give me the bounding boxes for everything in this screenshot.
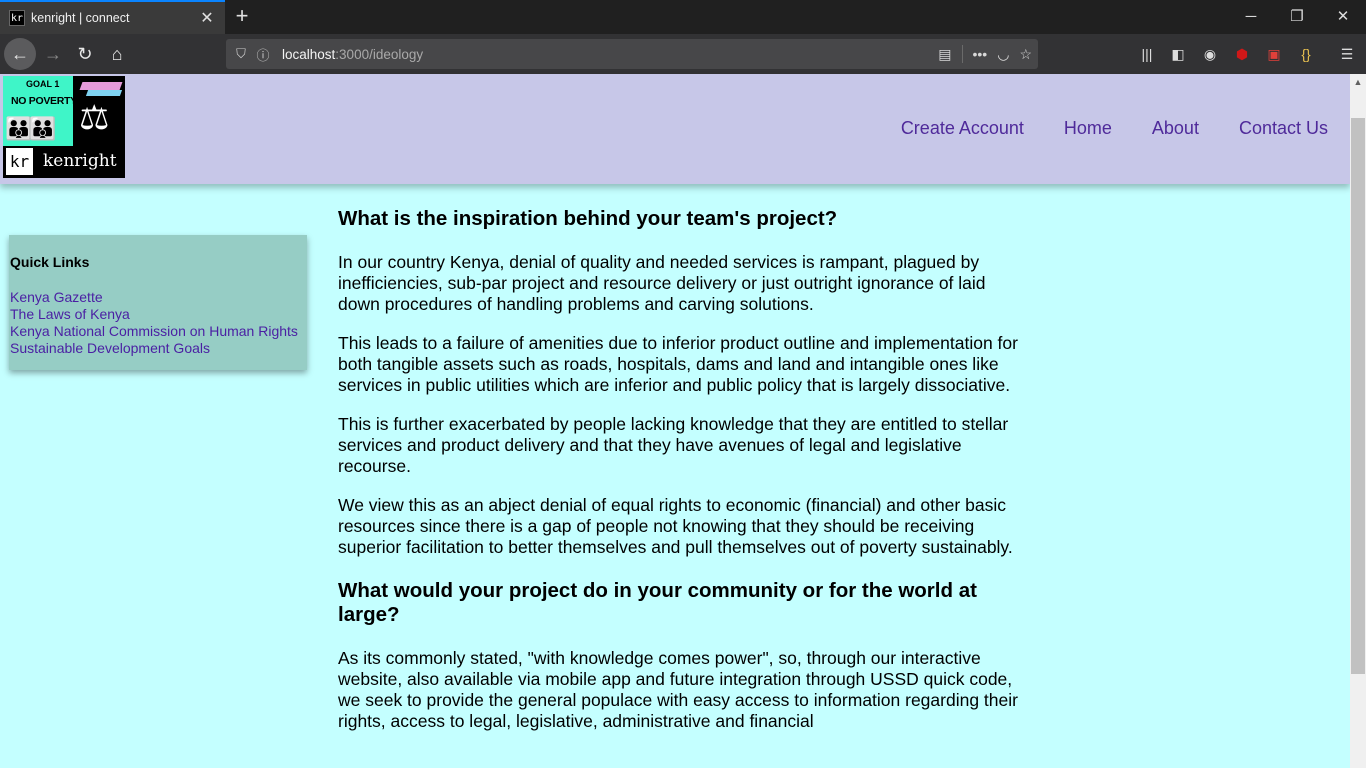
logo-caption: NO POVERTY: [11, 95, 77, 107]
reload-button[interactable]: ↻: [69, 38, 101, 70]
nav-create-account[interactable]: Create Account: [901, 118, 1024, 139]
url-path: :3000/ideology: [335, 46, 424, 62]
article-content: What is the inspiration behind your team…: [338, 207, 1028, 732]
main-navigation: Create Account Home About Contact Us: [901, 118, 1328, 139]
logo-kr-mark: kr: [6, 148, 33, 175]
nav-home[interactable]: Home: [1064, 118, 1112, 139]
section-heading: What is the inspiration behind your team…: [338, 207, 838, 230]
quick-links-title: Quick Links: [10, 254, 90, 270]
tab-title: kenright | connect: [31, 11, 130, 25]
new-tab-button[interactable]: +: [231, 4, 253, 28]
quick-link-kenya-gazette[interactable]: Kenya Gazette: [10, 289, 307, 306]
article-paragraph: This is further exacerbated by people la…: [338, 414, 1009, 476]
family-icon: 👪👪: [5, 116, 57, 141]
json-viewer-icon[interactable]: {}: [1295, 44, 1317, 64]
quick-link-knchr[interactable]: Kenya National Commission on Human Right…: [10, 323, 307, 340]
url-host: localhost: [282, 46, 336, 62]
browser-toolbar: ← → ↻ ⌂ ⛉ ⓘ localhost:3000/ideology ▤ ••…: [0, 34, 1366, 74]
logo-brush-stroke: [79, 82, 123, 90]
bookmark-star-icon[interactable]: ☆: [1019, 46, 1032, 63]
page-scrollbar[interactable]: ▲: [1350, 74, 1366, 768]
nav-contact-us[interactable]: Contact Us: [1239, 118, 1328, 139]
reader-view-icon[interactable]: ▤: [938, 46, 951, 63]
ublock-icon[interactable]: ⬢: [1231, 44, 1253, 64]
logo-brush-stroke: [85, 90, 123, 96]
pocket-icon[interactable]: ◡: [997, 46, 1009, 63]
logo-name: kenright: [43, 151, 117, 171]
account-icon[interactable]: ◉: [1199, 44, 1221, 64]
sidebar-icon[interactable]: ◧: [1167, 44, 1189, 64]
browser-tab[interactable]: kr kenright | connect ✕: [0, 0, 225, 34]
article-paragraph: As its commonly stated, "with knowledge …: [338, 648, 1018, 731]
article-paragraph: This leads to a failure of amenities due…: [338, 333, 1018, 395]
url-separator: [961, 45, 963, 63]
quick-link-laws-of-kenya[interactable]: The Laws of Kenya: [10, 306, 307, 323]
quick-link-sdgs[interactable]: Sustainable Development Goals: [10, 340, 307, 357]
menu-icon[interactable]: ☰: [1336, 44, 1358, 64]
restore-window-button[interactable]: ❐: [1274, 0, 1320, 32]
extension-icon[interactable]: ▣: [1263, 44, 1285, 64]
logo-goal-text: GOAL 1: [26, 79, 60, 89]
article-paragraph: We view this as an abject denial of equa…: [338, 495, 1013, 557]
site-header: GOAL 1 NO POVERTY 👪👪 ⚖ kr kenright Creat…: [0, 74, 1350, 184]
forward-button[interactable]: →: [37, 38, 69, 70]
library-icon[interactable]: |||: [1136, 44, 1158, 64]
shield-icon[interactable]: ⛉: [230, 46, 252, 62]
minimize-window-button[interactable]: ─: [1228, 0, 1274, 32]
url-text[interactable]: localhost:3000/ideology: [282, 47, 423, 62]
scales-of-justice-icon: ⚖: [79, 99, 110, 137]
home-button[interactable]: ⌂: [101, 38, 133, 70]
back-button[interactable]: ←: [4, 38, 36, 70]
browser-tab-strip: kr kenright | connect ✕ + ─ ❐ ✕: [0, 0, 1366, 34]
scroll-up-arrow-icon[interactable]: ▲: [1350, 74, 1366, 90]
tab-favicon-icon: kr: [9, 10, 25, 26]
address-bar[interactable]: ⛉ ⓘ localhost:3000/ideology ▤ ••• ◡ ☆: [226, 39, 1038, 69]
close-window-button[interactable]: ✕: [1320, 0, 1366, 32]
site-info-icon[interactable]: ⓘ: [252, 45, 274, 64]
section-heading: What would your project do in your commu…: [338, 579, 977, 626]
scrollbar-thumb[interactable]: [1351, 118, 1365, 674]
nav-about[interactable]: About: [1152, 118, 1199, 139]
article-paragraph: In our country Kenya, denial of quality …: [338, 252, 986, 314]
close-tab-icon[interactable]: ✕: [195, 8, 219, 28]
page-actions-icon[interactable]: •••: [973, 46, 988, 62]
quick-links-panel: Quick Links Kenya Gazette The Laws of Ke…: [9, 235, 307, 370]
kenright-logo[interactable]: GOAL 1 NO POVERTY 👪👪 ⚖ kr kenright: [3, 76, 125, 178]
